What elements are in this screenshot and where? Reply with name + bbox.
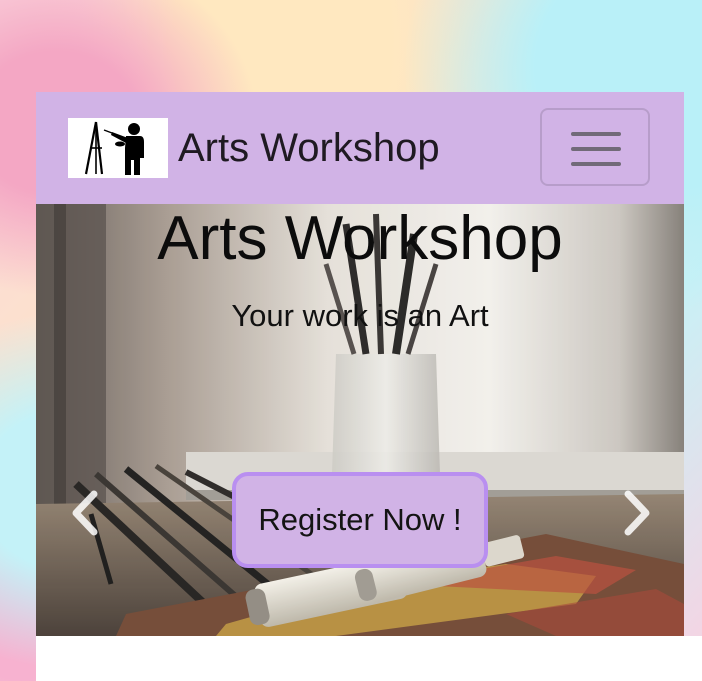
brand-name[interactable]: Arts Workshop <box>178 122 440 174</box>
navbar: Arts Workshop <box>36 92 684 204</box>
chevron-right-icon <box>624 490 650 536</box>
brand-logo[interactable] <box>68 118 168 178</box>
hero-carousel: Arts Workshop Your work is an Art Regist… <box>36 204 684 636</box>
website-frame: Arts Workshop Arts Workshop Your work is… <box>36 92 684 636</box>
chevron-left-icon <box>72 490 98 536</box>
page-background-panel <box>36 636 702 681</box>
painter-at-easel-icon <box>84 121 144 175</box>
hero-title: Arts Workshop <box>157 204 563 273</box>
carousel-next-button[interactable] <box>616 490 656 536</box>
register-now-button[interactable]: Register Now ! <box>232 472 488 568</box>
hero-subtitle: Your work is an Art <box>231 298 489 333</box>
carousel-prev-button[interactable] <box>66 490 106 536</box>
navbar-toggler-button[interactable] <box>540 108 650 186</box>
